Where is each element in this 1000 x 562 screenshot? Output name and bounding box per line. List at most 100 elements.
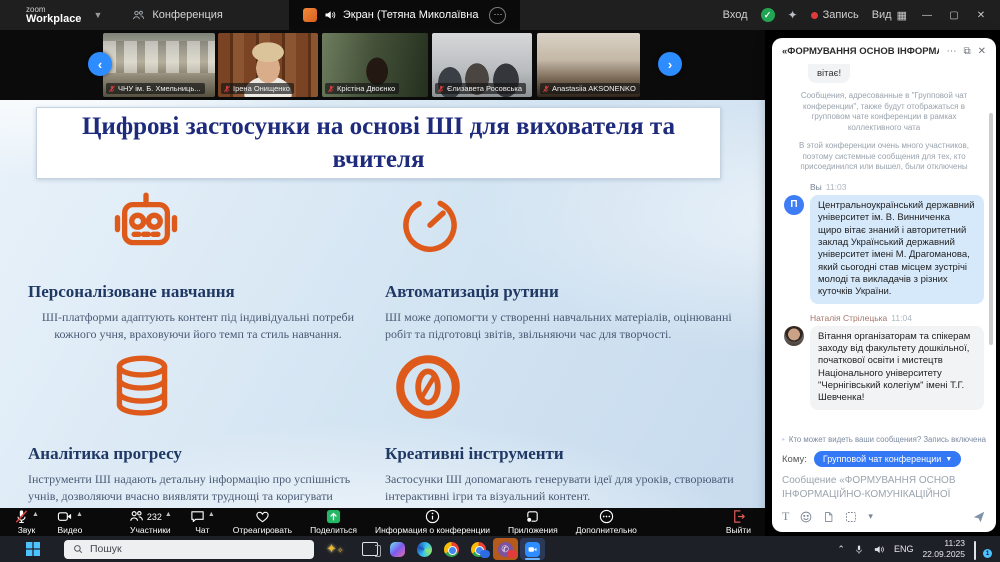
app-titlebar: zoom Workplace ▼ Конференция Экран (Тетя… xyxy=(0,0,1000,30)
more-button[interactable]: Дополнительно xyxy=(576,509,637,535)
zoom-app-button[interactable] xyxy=(520,538,545,560)
signin-link[interactable]: Вход xyxy=(723,9,748,21)
close-button[interactable]: ✕ xyxy=(974,10,988,21)
system-message: В этой конференции очень много участнико… xyxy=(786,141,982,173)
privacy-note[interactable]: Кто может видеть ваши сообщения? Запись … xyxy=(782,435,986,444)
chat-button[interactable]: ▲ Чат xyxy=(190,509,215,535)
chat-bubble: Вітання організаторам та спікерам заходу… xyxy=(810,326,984,410)
participants-chevron-icon[interactable]: ▲ xyxy=(165,511,172,518)
feature-body: Інструменти ШІ надають детальну інформац… xyxy=(28,471,368,508)
participant-tile[interactable]: Ірена Онищенко xyxy=(218,33,318,97)
language-indicator[interactable]: ENG xyxy=(894,544,914,554)
message-time: 11:03 xyxy=(826,182,847,192)
send-icon[interactable] xyxy=(972,510,986,524)
tray-mic-icon[interactable] xyxy=(854,544,864,555)
more-composer-icon[interactable]: ▾ xyxy=(868,511,873,522)
edge-icon xyxy=(417,542,432,557)
tab-meeting[interactable]: Конференция xyxy=(118,0,236,30)
start-button-icon[interactable] xyxy=(26,542,40,556)
attach-file-icon[interactable] xyxy=(823,511,834,523)
share-screen-icon xyxy=(326,509,341,524)
participant-tile[interactable]: Єлизавета Росовська xyxy=(432,33,532,97)
share-screen-button[interactable]: Поделиться xyxy=(310,509,357,535)
people-icon xyxy=(132,9,145,22)
format-text-icon[interactable]: T xyxy=(782,509,789,524)
recipient-selector[interactable]: Групповой чат конференции ▼ xyxy=(814,451,961,467)
copilot-sparkle-icon[interactable]: ✦✧ xyxy=(326,541,344,557)
tab-options-icon[interactable]: ⋯ xyxy=(489,7,506,24)
participants-label: Участники xyxy=(130,525,171,535)
grid-view-icon: ▦ xyxy=(897,9,907,22)
participant-name: Єлизавета Росовська xyxy=(447,84,522,93)
chevron-down-icon[interactable]: ▼ xyxy=(93,10,102,20)
video-label: Видео xyxy=(57,525,82,535)
recipient-value: Групповой чат конференции xyxy=(823,454,941,464)
chat-chevron-icon[interactable]: ▲ xyxy=(208,511,215,518)
message-input[interactable]: Сообщение «ФОРМУВАННЯ ОСНОВ ІНФОРМАЦІЙНО… xyxy=(782,474,986,502)
volume-icon[interactable] xyxy=(873,544,885,555)
chat-messages[interactable]: вітає! Сообщения, адресованные в "Группо… xyxy=(772,61,996,430)
task-view-button[interactable] xyxy=(358,538,383,560)
leave-meeting-button[interactable]: Выйти xyxy=(726,509,751,535)
composer-toolbar: T ▾ xyxy=(782,509,986,524)
participant-name: Ірена Онищенко xyxy=(233,84,290,93)
edge-button[interactable] xyxy=(412,538,437,560)
tab-screen-label: Экран (Тетяна Миколаївна xyxy=(343,9,479,21)
notification-center-button[interactable]: 1 xyxy=(974,542,990,556)
participant-name: Крістіна Двоєнко xyxy=(337,84,395,93)
notification-icon xyxy=(974,541,976,560)
audio-label: Звук xyxy=(18,525,35,535)
security-shield-icon[interactable]: ✓ xyxy=(761,8,775,22)
participants-button[interactable]: 232 ▲ Участники xyxy=(129,509,172,535)
emoji-icon[interactable] xyxy=(800,511,812,523)
chat-scrollbar[interactable] xyxy=(989,113,993,345)
view-button[interactable]: Вид ▦ xyxy=(872,9,907,22)
participant-tile[interactable]: Крістіна Двоєнко xyxy=(322,33,428,97)
tab-screen-share[interactable]: Экран (Тетяна Миколаївна ⋯ xyxy=(289,0,521,30)
chrome-icon xyxy=(444,542,459,557)
chat-header: «ФОРМУВАННЯ ОСНОВ ІНФОРМАЦІЙ… ⋯ ⧉ ✕ xyxy=(772,38,996,61)
view-label: Вид xyxy=(872,9,892,21)
message-meta: Наталія Стрілецька11:04 xyxy=(810,313,984,323)
viber-button[interactable]: ✆ xyxy=(493,538,518,560)
participant-tile[interactable]: ЧНУ ім. Б. Хмельниць... xyxy=(103,33,215,97)
leave-label: Выйти xyxy=(726,525,751,535)
database-icon xyxy=(104,350,180,426)
audio-options-chevron-icon[interactable]: ▲ xyxy=(32,511,39,518)
chat-panel: «ФОРМУВАННЯ ОСНОВ ІНФОРМАЦІЙ… ⋯ ⧉ ✕ віта… xyxy=(772,38,996,532)
prev-participants-button[interactable]: ‹ xyxy=(88,52,112,76)
participant-tile[interactable]: Anastasiia AKSONENKO xyxy=(537,33,640,97)
chat-bubble-partial: вітає! xyxy=(808,64,850,83)
feature-body: ШІ-платформи адаптують контент під індив… xyxy=(28,309,368,344)
message-sender: Наталія Стрілецька xyxy=(810,313,887,323)
popout-icon[interactable]: ⧉ xyxy=(963,46,970,57)
video-options-chevron-icon[interactable]: ▲ xyxy=(76,511,83,518)
taskbar-search[interactable]: Пошук xyxy=(64,540,314,559)
speaker-icon xyxy=(324,9,336,21)
zero-icon xyxy=(391,350,465,424)
audio-button[interactable]: ▲ Звук xyxy=(14,509,39,535)
task-view-icon xyxy=(362,542,378,556)
screenshot-icon[interactable] xyxy=(845,511,857,523)
ai-companion-icon[interactable]: ✦ xyxy=(788,8,798,22)
minimize-button[interactable]: — xyxy=(920,10,934,21)
video-button[interactable]: ▲ Видео xyxy=(57,509,83,535)
recording-indicator[interactable]: Запись xyxy=(811,9,859,21)
feature-heading: Автоматизація рутини xyxy=(385,282,743,302)
chat-close-icon[interactable]: ✕ xyxy=(978,46,986,57)
chrome-button[interactable] xyxy=(439,538,464,560)
chat-more-icon[interactable]: ⋯ xyxy=(946,46,956,57)
info-icon xyxy=(425,509,440,524)
next-participants-button[interactable]: › xyxy=(658,52,682,76)
maximize-button[interactable]: ▢ xyxy=(947,10,961,21)
clock[interactable]: 11:23 22.09.2025 xyxy=(922,538,965,559)
copilot-button[interactable] xyxy=(385,538,410,560)
chat-bubble: Центральноукраїнський державний універси… xyxy=(810,195,984,304)
camera-icon xyxy=(57,509,73,524)
privacy-people-icon xyxy=(782,435,785,444)
chrome-profile-button[interactable] xyxy=(466,538,491,560)
react-button[interactable]: Отреагировать xyxy=(233,509,292,535)
hidden-icons-chevron-icon[interactable]: ⌃ xyxy=(837,544,845,555)
meeting-info-button[interactable]: Информация о конференции xyxy=(375,509,490,535)
apps-button[interactable]: Приложения xyxy=(508,509,558,535)
